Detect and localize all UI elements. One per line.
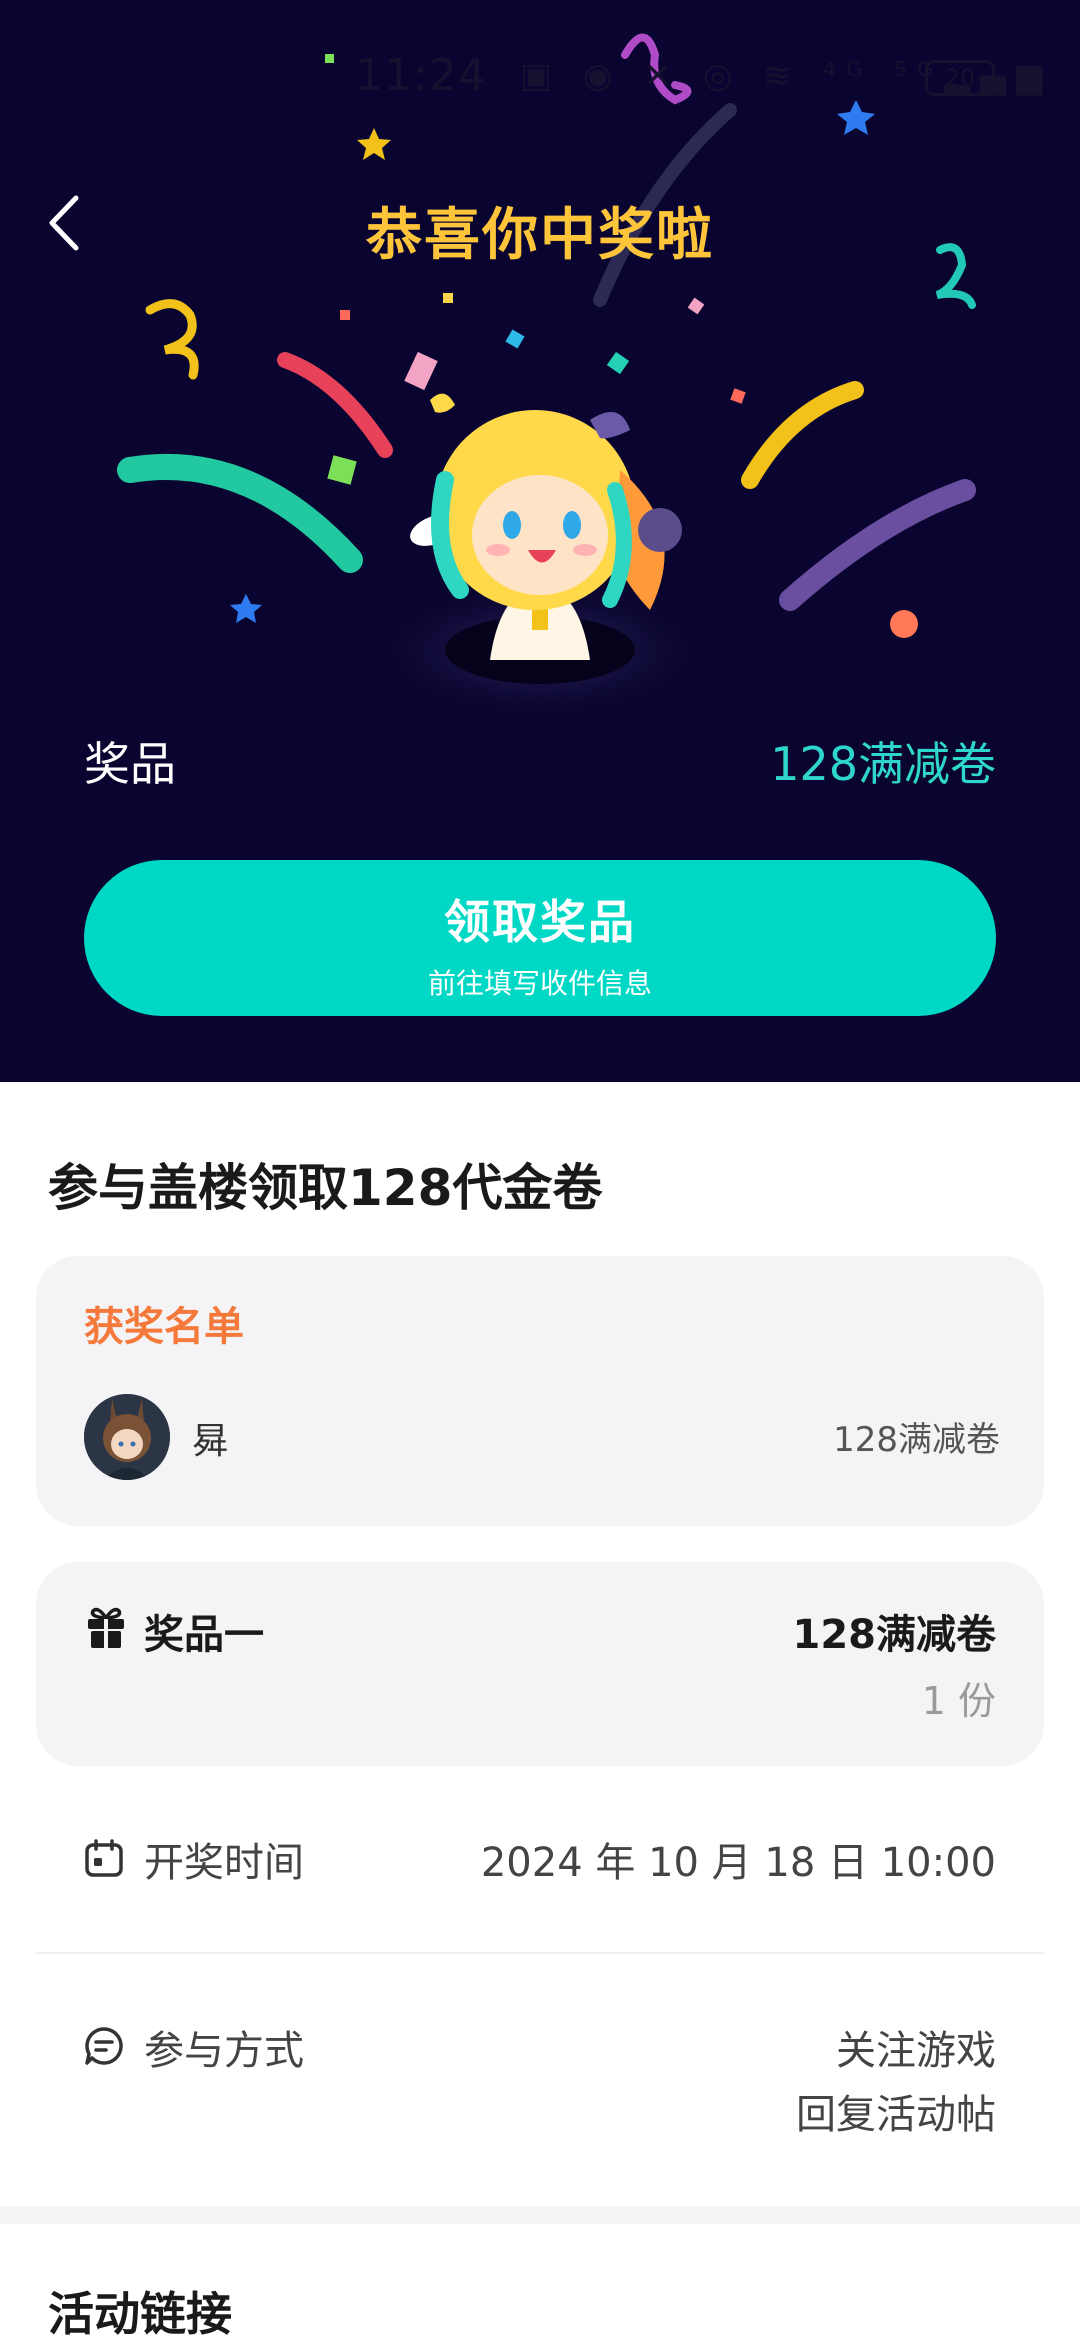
prize-name: 奖品一 xyxy=(144,1612,264,1658)
calendar-icon xyxy=(85,1839,123,1877)
prize-value: 128满减卷 xyxy=(770,737,996,791)
winners-title: 获奖名单 xyxy=(84,1304,244,1350)
avatar[interactable] xyxy=(84,1394,170,1480)
participation-method-1: 关注游戏 xyxy=(836,2028,996,2074)
battery-icon: 20 xyxy=(925,60,995,96)
status-bar: 11:24 ▣ ◉ ✕ ◎ ≋ ⁴ᴳ ⁵ᴳ▂▄▆ 20 xyxy=(0,50,1080,110)
prize-detail-card: 奖品一 128满减卷 1 份 xyxy=(36,1562,1044,1766)
prize-summary-row: 奖品 128满减卷 xyxy=(84,728,996,791)
participation-row: 参与方式 关注游戏 回复活动帖 xyxy=(84,2016,996,2156)
divider xyxy=(36,1952,1044,1954)
prize-count: 1 份 xyxy=(921,1679,996,1723)
mascot-illustration xyxy=(370,393,710,720)
chat-bubble-icon xyxy=(85,2027,123,2065)
winner-avatar-image xyxy=(84,1394,170,1480)
activity-links-title: 活动链接 xyxy=(48,2287,232,2340)
prize-card-value: 128满减卷 xyxy=(792,1612,997,1658)
claim-prize-sublabel: 前往填写收件信息 xyxy=(427,967,652,1000)
section-gap xyxy=(0,2206,1080,2224)
hero-banner: 11:24 ▣ ◉ ✕ ◎ ≋ ⁴ᴳ ⁵ᴳ▂▄▆ 20 恭喜你中奖啦 奖品 12… xyxy=(0,0,1080,1082)
prize-label: 奖品 xyxy=(84,737,176,791)
activity-title: 参与盖楼领取128代金卷 xyxy=(48,1159,603,1217)
gift-icon xyxy=(88,1607,124,1648)
participation-label: 参与方式 xyxy=(144,2028,304,2074)
page-title: 恭喜你中奖啦 xyxy=(366,203,714,268)
winners-card: 获奖名单 曻 128满减卷 xyxy=(36,1256,1044,1526)
claim-prize-label: 领取奖品 xyxy=(444,895,636,949)
winner-name: 曻 xyxy=(192,1421,229,1462)
winner-prize: 128满减卷 xyxy=(833,1420,1000,1460)
participation-method-2: 回复活动帖 xyxy=(796,2092,996,2138)
draw-time-value: 2024 年 10 月 18 日 10:00 xyxy=(480,1840,996,1886)
draw-time-label: 开奖时间 xyxy=(144,1840,304,1886)
draw-time-row: 开奖时间 2024 年 10 月 18 日 10:00 xyxy=(84,1828,996,1888)
status-time: 11:24 xyxy=(355,50,487,101)
claim-prize-button[interactable]: 领取奖品 前往填写收件信息 xyxy=(84,860,996,1016)
